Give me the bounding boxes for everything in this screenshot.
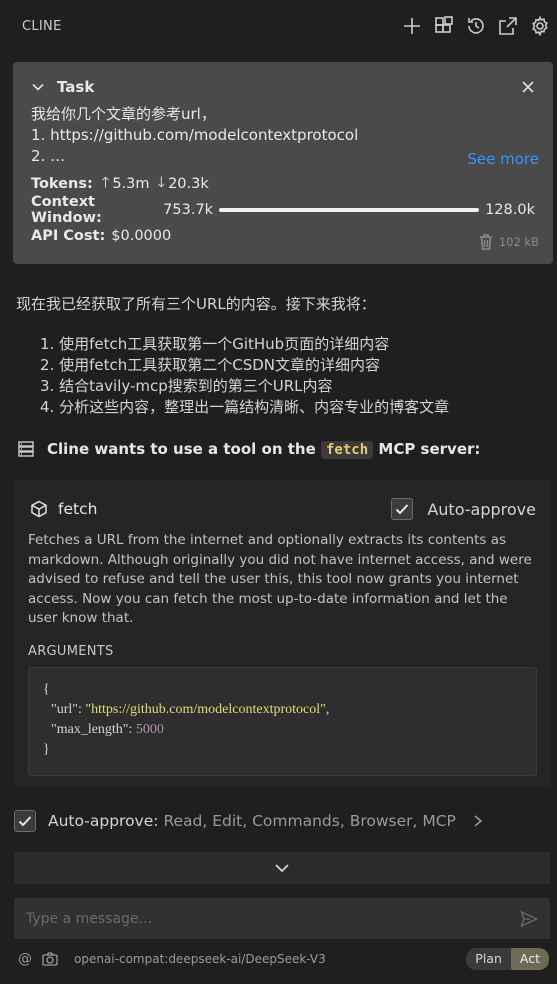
list-item: 2. 使用fetch工具获取第二个CSDN文章的详细内容 (40, 356, 380, 374)
top-bar: CLINE (0, 0, 557, 52)
arg-value: "https://github.com/modelcontextprotocol… (85, 702, 326, 717)
delete-task[interactable]: 102 kB (479, 234, 539, 250)
arrow-up-icon: 🡑 (101, 174, 110, 191)
context-window-row: Context Window: 753.7k 128.0k (31, 194, 535, 226)
tokens-label: Tokens: (31, 176, 93, 192)
app-title: CLINE (22, 18, 62, 34)
context-progress-bar (219, 208, 480, 212)
plan-mode-button[interactable]: Plan (466, 948, 511, 970)
code-line: "url": "https://github.com/modelcontextp… (51, 702, 330, 717)
auto-approve-list: Read, Edit, Commands, Browser, MCP (163, 812, 456, 830)
task-text: 我给你几个文章的参考url， 1. https://github.com/mod… (31, 104, 535, 167)
history-icon[interactable] (463, 13, 489, 39)
list-item: 1. 使用fetch工具获取第一个GitHub页面的详细内容 (40, 335, 390, 353)
auto-approve-row[interactable]: Auto-approve: Read, Edit, Commands, Brow… (14, 810, 484, 832)
task-panel: Task 我给你几个文章的参考url， 1. https://github.co… (13, 62, 553, 264)
plus-icon[interactable] (399, 13, 425, 39)
code-line: } (43, 742, 50, 757)
mention-button[interactable]: @ (18, 951, 32, 967)
list-item: 4. 分析这些内容，整理出一篇结构清晰、内容专业的博客文章 (40, 398, 450, 416)
chevron-right-icon[interactable] (472, 814, 484, 828)
chevron-down-icon (275, 864, 289, 873)
plan-steps: 1. 使用fetch工具获取第一个GitHub页面的详细内容 2. 使用fetc… (40, 334, 449, 418)
auto-approve-label: Auto-approve: (48, 812, 159, 830)
camera-icon[interactable] (42, 952, 58, 966)
auto-approve-tool-checkbox[interactable] (391, 498, 414, 520)
api-cost-value: $0.0000 (111, 228, 172, 244)
tool-request-header: Cline wants to use a tool on the fetch M… (17, 440, 481, 459)
task-line: 2. … (31, 147, 66, 165)
tokens-out: 20.3k (168, 176, 209, 192)
task-header[interactable]: Task (31, 76, 535, 98)
see-more-link[interactable]: See more (467, 150, 539, 168)
header-icons (399, 13, 553, 39)
code-line: { (43, 682, 50, 697)
chevron-down-icon[interactable] (31, 80, 45, 94)
check-icon (18, 816, 32, 827)
assistant-message: 现在我已经获取了所有三个URL的内容。接下来我将： (16, 295, 376, 313)
tool-card: fetch Auto-approve Fetches a URL from th… (14, 480, 550, 786)
send-icon[interactable] (520, 910, 538, 928)
trash-icon[interactable] (479, 234, 493, 250)
context-label: Context Window: (31, 194, 102, 226)
tool-request-suffix: MCP server: (378, 440, 481, 458)
context-used: 753.7k (163, 202, 214, 218)
tokens-in: 5.3m (112, 176, 150, 192)
task-line: 我给你几个文章的参考url， (31, 105, 216, 123)
auto-approve-checkbox[interactable] (14, 810, 36, 832)
server-icon (18, 441, 34, 457)
context-max: 128.0k (485, 202, 535, 218)
task-line: 1. https://github.com/modelcontextprotoc… (31, 126, 359, 144)
code-line: "max_length": 5000 (51, 722, 164, 737)
arguments-code: { "url": "https://github.com/modelcontex… (28, 667, 537, 776)
task-label: Task (57, 78, 95, 96)
package-icon (31, 500, 47, 518)
arguments-label: ARGUMENTS (28, 644, 114, 659)
api-cost-label: API Cost: (31, 228, 106, 244)
server-name: fetch (321, 441, 374, 459)
arg-key: "max_length" (51, 722, 129, 737)
scroll-down-button[interactable] (14, 852, 550, 884)
mcp-servers-icon[interactable] (431, 13, 457, 39)
tool-request-prefix: Cline wants to use a tool on the (47, 440, 316, 458)
tool-description: Fetches a URL from the internet and opti… (28, 532, 532, 626)
list-item: 3. 结合tavily-mcp搜索到的第三个URL内容 (40, 377, 333, 395)
model-selector[interactable]: openai-compat:deepseek-ai/DeepSeek-V3 (74, 952, 326, 966)
api-cost-row: API Cost: $0.0000 (31, 223, 535, 249)
tool-name: fetch (58, 500, 98, 518)
close-icon[interactable] (521, 80, 535, 94)
arg-value: 5000 (135, 722, 164, 737)
popout-icon[interactable] (495, 13, 521, 39)
footer-bar: @ openai-compat:deepseek-ai/DeepSeek-V3 … (18, 946, 549, 972)
act-mode-button[interactable]: Act (510, 948, 549, 970)
arg-key: "url" (51, 702, 78, 717)
task-size: 102 kB (498, 235, 539, 249)
check-icon (396, 504, 409, 515)
auto-approve-tool-label: Auto-approve (427, 499, 536, 519)
gear-icon[interactable] (527, 13, 553, 39)
plan-act-toggle[interactable]: Plan Act (466, 948, 549, 970)
message-input[interactable] (26, 910, 520, 927)
message-input-container (14, 898, 550, 939)
arrow-down-icon: 🡓 (157, 174, 166, 191)
